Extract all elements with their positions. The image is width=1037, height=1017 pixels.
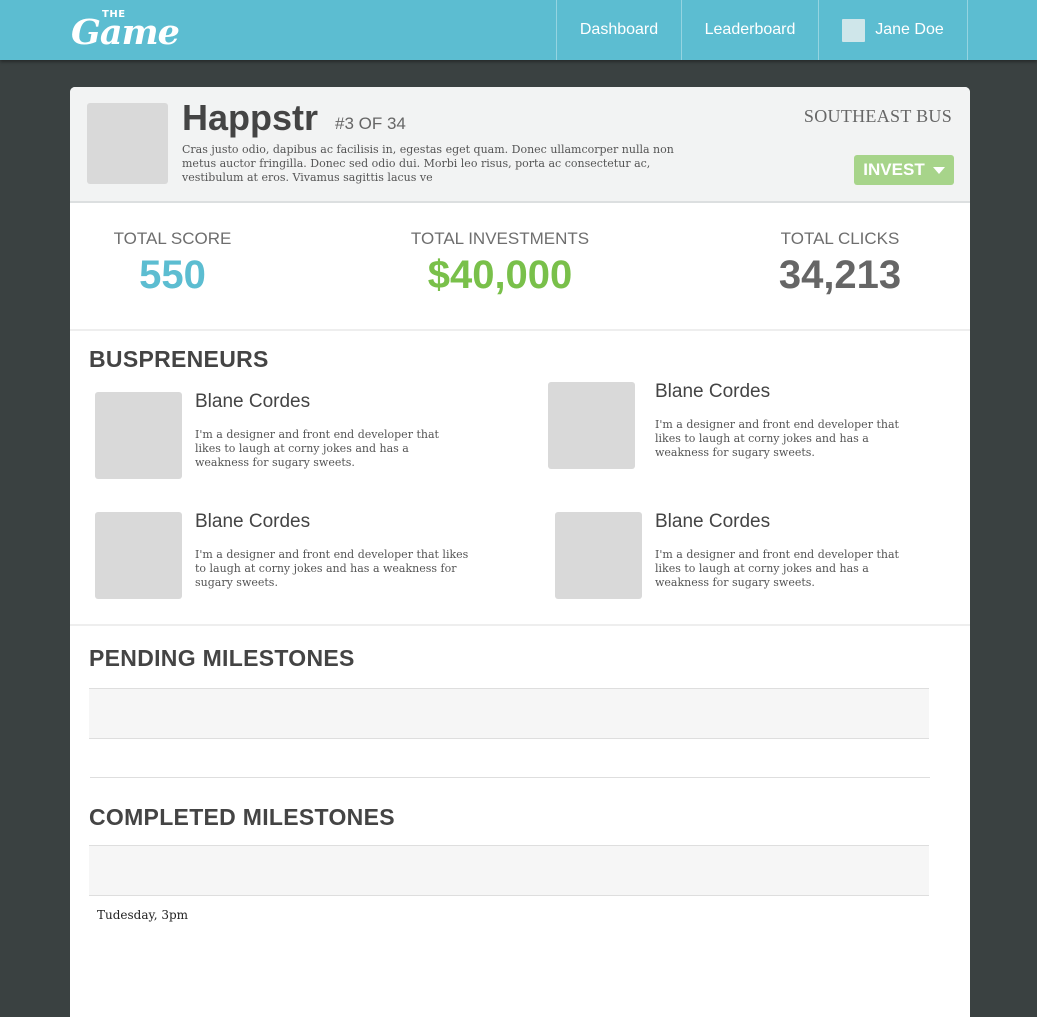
pending-milestones-heading: PENDING MILESTONES: [89, 645, 355, 671]
company-description: Cras justo odio, dapibus ac facilisis in…: [182, 143, 674, 184]
person-photo: [95, 512, 182, 599]
nav-leaderboard-label: Leaderboard: [704, 21, 796, 38]
top-nav: THE Game Dashboard Leaderboard Jane Doe: [0, 0, 1037, 60]
invest-button-label: INVEST: [863, 160, 925, 179]
bus-route: SOUTHEAST BUS: [803, 106, 952, 126]
person-photo: [95, 392, 182, 479]
person-bio: I'm a designer and front end developer t…: [655, 418, 899, 459]
stat-total-score: TOTAL SCORE 550: [100, 229, 245, 298]
stat-label: TOTAL INVESTMENTS: [410, 229, 590, 248]
company-logo-placeholder: [87, 103, 168, 184]
stat-total-investments: TOTAL INVESTMENTS $40,000: [400, 229, 600, 298]
avatar: [842, 18, 866, 42]
stat-value: 34,213: [778, 253, 902, 297]
nav-user-menu[interactable]: Jane Doe: [818, 0, 968, 60]
stat-total-clicks: TOTAL CLICKS 34,213: [765, 229, 915, 298]
person-photo: [555, 512, 642, 599]
stat-value: 550: [139, 253, 206, 297]
person-photo: [548, 382, 635, 469]
company-name: Happstr: [182, 97, 319, 138]
person-name: Blane Cordes: [655, 381, 771, 402]
stat-label: TOTAL SCORE: [113, 229, 232, 248]
person-bio: I'm a designer and front end developer t…: [195, 548, 469, 589]
person-name: Blane Cordes: [195, 391, 311, 412]
person-name: Blane Cordes: [655, 511, 771, 532]
person-name: Blane Cordes: [195, 511, 311, 532]
caret-down-icon: [932, 166, 945, 174]
user-name: Jane Doe: [875, 21, 944, 38]
nav-dashboard-label: Dashboard: [579, 21, 659, 38]
person-bio: I'm a designer and front end developer t…: [655, 548, 899, 589]
logo[interactable]: THE Game: [71, 6, 181, 54]
pending-milestone-row[interactable]: [89, 688, 929, 739]
nav-menu: Dashboard Leaderboard Jane Doe: [556, 0, 968, 60]
nav-dashboard[interactable]: Dashboard: [556, 0, 681, 60]
stat-value: $40,000: [427, 253, 573, 297]
stat-label: TOTAL CLICKS: [780, 229, 900, 248]
buspreneurs-heading: BUSPRENEURS: [89, 346, 269, 372]
section-divider: [90, 777, 930, 778]
milestone-timestamp: Tudesday, 3pm: [97, 908, 189, 922]
completed-milestones-heading: COMPLETED MILESTONES: [89, 804, 395, 830]
completed-milestone-row[interactable]: [89, 845, 929, 896]
company-card: Happstr #3 OF 34 Cras justo odio, dapibu…: [70, 87, 970, 1017]
company-rank: #3 OF 34: [335, 114, 406, 133]
person-bio: I'm a designer and front end developer t…: [195, 428, 439, 469]
stats-bar: TOTAL SCORE 550 TOTAL INVESTMENTS $40,00…: [70, 203, 970, 331]
company-header: Happstr #3 OF 34 Cras justo odio, dapibu…: [70, 87, 970, 203]
section-divider: [70, 624, 970, 626]
invest-button[interactable]: INVEST: [854, 155, 954, 185]
logo-main-text: Game: [71, 12, 180, 53]
nav-leaderboard[interactable]: Leaderboard: [681, 0, 818, 60]
